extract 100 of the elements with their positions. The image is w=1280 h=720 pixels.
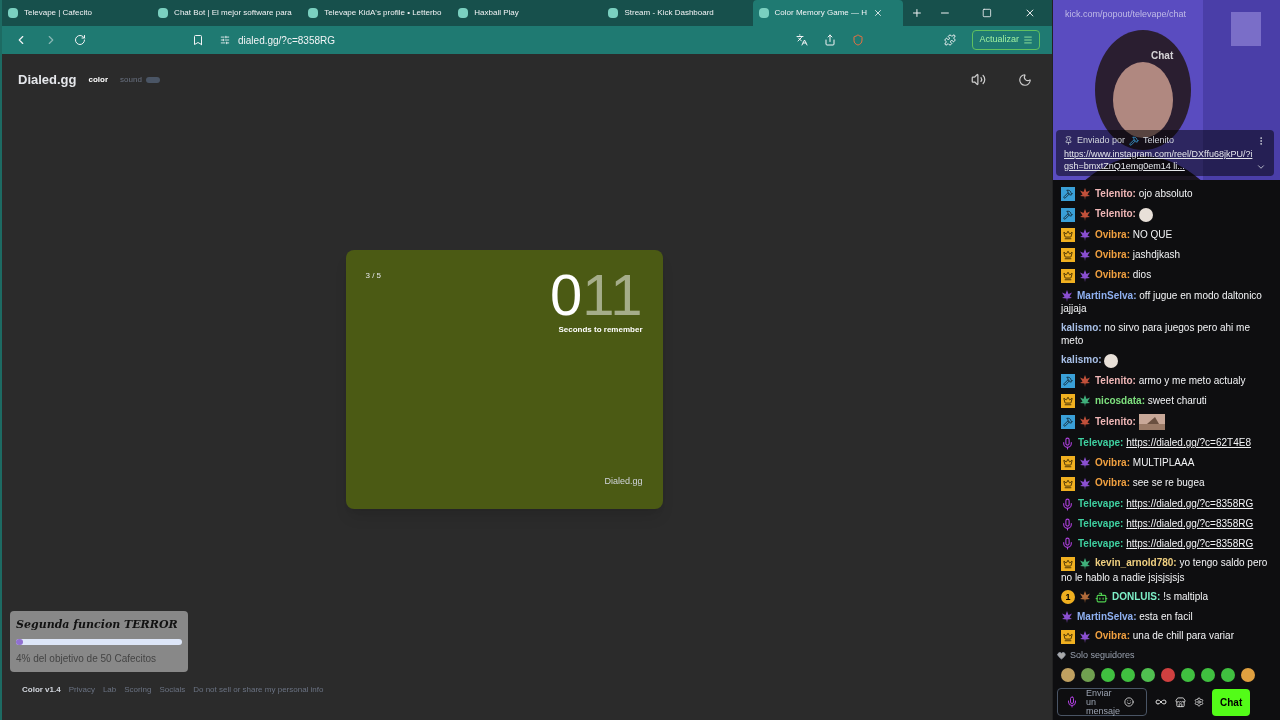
bookmark-icon[interactable] bbox=[192, 34, 204, 46]
hammer-badge-icon bbox=[1061, 373, 1075, 388]
chat-message: kalismo: bbox=[1061, 350, 1272, 371]
microphone-icon bbox=[1066, 696, 1078, 708]
browser-tab[interactable]: Televape | Cafecito bbox=[2, 0, 153, 26]
chat-link[interactable]: https://dialed.gg/?c=62T4E8 bbox=[1126, 437, 1251, 449]
chat-message: nicosdata: sweet charuti bbox=[1061, 390, 1272, 412]
browser-tab[interactable]: Color Memory Game — H bbox=[752, 0, 903, 26]
tab-favicon-icon bbox=[158, 8, 169, 18]
chat-message: Ovibra: MULTIPLAAA bbox=[1061, 453, 1272, 474]
dark-mode-icon[interactable] bbox=[1018, 72, 1032, 87]
crown-badge-icon bbox=[1061, 248, 1075, 263]
chat-message: Ovibra: NO QUE bbox=[1061, 224, 1272, 246]
tab-favicon-icon bbox=[8, 8, 18, 18]
chat-message: kalismo: no sirvo para juegos pero ahi me meto bbox=[1061, 321, 1251, 349]
crown-badge-icon bbox=[1061, 268, 1075, 283]
chat-link[interactable]: https://dialed.gg/?c=8358RG bbox=[1126, 517, 1254, 529]
extensions-icon[interactable] bbox=[944, 34, 957, 46]
timer-caption: Seconds to remember bbox=[558, 323, 643, 336]
emote-icon[interactable] bbox=[1061, 668, 1075, 682]
emote-icon[interactable] bbox=[1241, 668, 1255, 682]
pinned-user: Telenito bbox=[1143, 134, 1175, 147]
crown-badge-icon bbox=[1061, 629, 1075, 644]
crown-badge-icon bbox=[1061, 228, 1075, 243]
hammer-badge-icon bbox=[1129, 135, 1140, 146]
chat-url: kick.com/popout/televape/chat bbox=[1065, 8, 1187, 21]
microphone-badge-icon bbox=[1061, 437, 1074, 451]
address-bar[interactable]: dialed.gg/?c=8358RG bbox=[220, 32, 781, 48]
chat-message: Ovibra: dios bbox=[1061, 265, 1272, 286]
chat-message: MartinSelva: esta en facil bbox=[1061, 607, 1272, 627]
emote-icon[interactable] bbox=[1101, 668, 1115, 682]
emote-icon[interactable] bbox=[1221, 668, 1235, 682]
emote-icon[interactable] bbox=[1141, 668, 1155, 682]
emote-icon[interactable] bbox=[1181, 668, 1195, 682]
share-icon[interactable] bbox=[824, 34, 837, 46]
emote-icon[interactable] bbox=[1081, 668, 1095, 682]
message-input[interactable]: Enviar un mensaje bbox=[1057, 688, 1147, 716]
chat-message: Ovibra: see se re bugea bbox=[1061, 473, 1272, 494]
close-icon[interactable] bbox=[873, 8, 883, 18]
pill-icon bbox=[145, 76, 160, 83]
browser-tab[interactable]: Stream - Kick Dashboard bbox=[602, 0, 753, 26]
pin-icon bbox=[1064, 136, 1073, 146]
browser-tab[interactable]: Televape KidA's profile • Letterbo bbox=[302, 0, 453, 26]
nav-link[interactable]: color bbox=[88, 73, 109, 86]
tab-favicon-icon bbox=[458, 8, 469, 18]
maximize-icon[interactable] bbox=[982, 8, 993, 18]
robot-badge-icon bbox=[1095, 590, 1108, 604]
chat-message: Televape: https://dialed.gg/?c=8358RG bbox=[1061, 513, 1272, 534]
infinity-icon[interactable] bbox=[1155, 696, 1167, 708]
update-button[interactable]: Actualizar bbox=[972, 30, 1040, 50]
emote-icon bbox=[1138, 207, 1153, 222]
tab-favicon-icon bbox=[758, 8, 769, 18]
hammer-badge-icon bbox=[1061, 415, 1075, 430]
chat-link[interactable]: https://dialed.gg/?c=8358RG bbox=[1126, 537, 1254, 549]
reload-icon[interactable] bbox=[74, 34, 86, 46]
chat-message: Telenito: ojo absoluto bbox=[1061, 184, 1272, 205]
microphone-badge-icon bbox=[1061, 497, 1074, 511]
chat-message: Telenito: armo y me meto actualy bbox=[1061, 370, 1272, 391]
heart-icon bbox=[1057, 650, 1066, 660]
countdown-timer: 011 bbox=[550, 265, 643, 324]
chat-message: Ovibra: una de chill para variar bbox=[1061, 626, 1272, 647]
emote-icon[interactable] bbox=[1161, 668, 1175, 682]
chat-message: Televape: https://dialed.gg/?c=8358RG bbox=[1061, 533, 1272, 554]
site-logo[interactable]: Dialed.gg bbox=[18, 70, 77, 90]
chat-message: Televape: https://dialed.gg/?c=62T4E8 bbox=[1061, 433, 1272, 454]
smiley-icon bbox=[1124, 697, 1134, 707]
crown-badge-icon bbox=[1061, 556, 1075, 571]
pinned-label: Enviado por bbox=[1077, 134, 1126, 147]
goal-caption: 4% del objetivo de 50 Cafecitos bbox=[16, 652, 158, 666]
crown-badge-icon bbox=[1061, 394, 1075, 409]
send-button[interactable]: Chat bbox=[1212, 688, 1251, 716]
browser-tab[interactable]: Chat Bot | El mejor software para bbox=[152, 0, 303, 26]
menu-icon bbox=[1023, 35, 1033, 45]
hammer-badge-icon bbox=[1061, 187, 1075, 202]
tab-favicon-icon bbox=[308, 8, 319, 18]
emote-icon bbox=[1104, 353, 1119, 368]
card-brand: Dialed.gg bbox=[604, 475, 643, 488]
translate-icon[interactable] bbox=[796, 34, 809, 46]
emote-icon[interactable] bbox=[1201, 668, 1215, 682]
chat-message: Ovibra: jashdjkash bbox=[1061, 245, 1272, 266]
chat-message: kevin_arnold780: yo tengo saldo pero no le hablo a nadie jsjsjsjsjs bbox=[1061, 555, 1269, 585]
chat-message: 1 DONLUIS: !s maltipla bbox=[1061, 586, 1272, 608]
chat-link[interactable]: https://dialed.gg/?c=8358RG bbox=[1126, 497, 1254, 509]
microphone-badge-icon bbox=[1061, 537, 1074, 551]
chat-message: Telenito: bbox=[1061, 411, 1272, 434]
sound-icon[interactable] bbox=[971, 72, 986, 88]
round-counter: 3 / 5 bbox=[365, 269, 382, 282]
pinned-link[interactable]: https://www.instagram.com/reel/DXffu68jkPU/?igsh=bmxtZnQ1emg0em14 li... bbox=[1064, 147, 1256, 172]
settings-icon[interactable] bbox=[1194, 697, 1204, 707]
microphone-badge-icon bbox=[1061, 517, 1074, 531]
browser-tab[interactable]: Haxball Play bbox=[452, 0, 603, 26]
chat-message: Televape: https://dialed.gg/?c=8358RG bbox=[1061, 493, 1272, 514]
version-label: Color v1.4 bbox=[22, 684, 61, 696]
new-tab-icon[interactable] bbox=[910, 7, 923, 19]
crown-badge-icon bbox=[1061, 476, 1075, 491]
store-icon[interactable] bbox=[1175, 696, 1186, 708]
emote-icon[interactable] bbox=[1121, 668, 1135, 682]
crown-badge-icon bbox=[1061, 456, 1075, 471]
count-badge: 1 bbox=[1061, 590, 1075, 605]
chat-message: Telenito: bbox=[1061, 204, 1272, 225]
